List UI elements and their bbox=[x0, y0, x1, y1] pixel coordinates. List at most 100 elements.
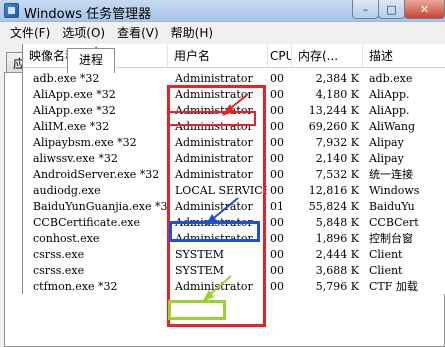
description-cell: AliApp. bbox=[369, 104, 410, 117]
user-name-cell: Administrator bbox=[175, 232, 253, 245]
memory-cell: 2,140 K bbox=[315, 152, 359, 165]
process-name-cell: AliIM.exe *32 bbox=[33, 120, 110, 133]
process-list[interactable]: 映像名称 ▲ 用户名 CPU 内存(... 描述 adb.exe *32Admi… bbox=[22, 44, 445, 294]
table-row[interactable]: conhost.exe Administrator 00 1,896 K 控制台窗 bbox=[23, 231, 445, 247]
menu-options[interactable]: 选项(O) bbox=[56, 24, 111, 41]
cpu-cell: 01 bbox=[270, 200, 284, 213]
description-cell: Client bbox=[369, 264, 403, 277]
process-name-cell: audiodg.exe bbox=[33, 184, 101, 197]
window-title: Windows 任务管理器 bbox=[24, 7, 152, 22]
cpu-cell: 00 bbox=[270, 216, 284, 229]
description-cell: AliApp. bbox=[369, 88, 410, 101]
memory-cell: 7,532 K bbox=[315, 168, 359, 181]
process-rows: adb.exe *32 Administrator 00 2,384 Kadb.exe… bbox=[23, 71, 445, 294]
user-name-cell: Administrator bbox=[175, 72, 253, 85]
memory-cell: 7,932 K bbox=[315, 136, 359, 149]
memory-cell: 5,848 K bbox=[315, 216, 359, 229]
column-header-description[interactable]: 描述 bbox=[363, 44, 445, 68]
cpu-cell: 00 bbox=[270, 280, 284, 293]
cpu-cell: 00 bbox=[270, 104, 284, 117]
user-name-cell: Administrator bbox=[175, 136, 253, 149]
menu-file[interactable]: 文件(F) bbox=[4, 24, 56, 41]
memory-cell: 3,688 K bbox=[315, 264, 359, 277]
cpu-cell: 00 bbox=[270, 248, 284, 261]
user-name-cell: Administrator bbox=[175, 88, 253, 101]
description-cell: BaiduYu bbox=[369, 200, 415, 213]
cpu-cell: 00 bbox=[270, 264, 284, 277]
table-row[interactable]: CCBCertificate.exe Administrator 00 5,848 K… bbox=[23, 215, 445, 231]
memory-cell: 2,384 K bbox=[315, 72, 359, 85]
column-header-user-name[interactable]: 用户名 bbox=[168, 44, 268, 68]
user-name-cell: Administrator bbox=[175, 104, 253, 117]
user-name-cell: Administrator bbox=[175, 152, 253, 165]
menu-view[interactable]: 查看(V) bbox=[111, 24, 165, 41]
column-header-memory[interactable]: 内存(... bbox=[292, 44, 363, 68]
memory-cell: 13,244 K bbox=[308, 104, 359, 117]
process-name-cell: conhost.exe bbox=[33, 232, 100, 245]
tab-processes[interactable]: 进程 bbox=[67, 48, 115, 73]
process-name-cell: AliApp.exe *32 bbox=[33, 88, 116, 101]
table-row[interactable]: ctfmon.exe *32 Administrator 00 5,796 K CTF … bbox=[23, 279, 445, 294]
memory-cell: 2,444 K bbox=[315, 248, 359, 261]
memory-cell: 69,260 K bbox=[308, 120, 359, 133]
table-row[interactable]: csrss.exe SYSTEM 00 2,444 K Client bbox=[23, 247, 445, 263]
description-cell: 统一连接 bbox=[369, 168, 413, 181]
user-name-cell: LOCAL SERVICE bbox=[175, 184, 267, 197]
process-name-cell: AliApp.exe *32 bbox=[33, 104, 116, 117]
close-button[interactable]: ✕ bbox=[404, 0, 445, 19]
cpu-cell: 00 bbox=[270, 184, 284, 197]
process-name-cell: csrss.exe bbox=[33, 248, 85, 261]
description-cell: Alipay bbox=[369, 152, 404, 165]
description-cell: 控制台窗 bbox=[369, 232, 413, 245]
process-name-cell: adb.exe *32 bbox=[33, 72, 100, 85]
description-cell: CTF 加载 bbox=[369, 280, 418, 293]
cpu-cell: 00 bbox=[270, 232, 284, 245]
menu-help[interactable]: 帮助(H) bbox=[165, 24, 219, 41]
process-name-cell: CCBCertificate.exe bbox=[33, 216, 140, 229]
memory-cell: 55,824 K bbox=[308, 200, 359, 213]
user-name-cell: Administrator bbox=[175, 216, 253, 229]
process-name-cell: Alipaybsm.exe *32 bbox=[33, 136, 137, 149]
title-bar: Windows 任务管理器 – □ ✕ bbox=[0, 0, 445, 22]
user-name-cell: Administrator bbox=[175, 168, 253, 181]
cpu-cell: 00 bbox=[270, 72, 284, 85]
table-row[interactable]: BaiduYunGuanjia.exe *32 Administrator 01 55… bbox=[23, 199, 445, 215]
process-name-cell: csrss.exe bbox=[33, 264, 85, 277]
description-cell: Windows bbox=[369, 184, 420, 197]
minimize-button[interactable]: – bbox=[352, 0, 379, 19]
memory-cell: 4,180 K bbox=[315, 88, 359, 101]
table-row[interactable]: AliApp.exe *32 Administrator 00 13,244 K Ali… bbox=[23, 103, 445, 119]
process-name-cell: AndroidServer.exe *32 bbox=[33, 168, 160, 181]
cpu-cell: 00 bbox=[270, 136, 284, 149]
table-row[interactable]: AndroidServer.exe *32 Administrator 00 7,53… bbox=[23, 167, 445, 183]
description-cell: CCBCert bbox=[369, 216, 419, 229]
user-name-cell: SYSTEM bbox=[175, 248, 224, 261]
description-cell: Alipay bbox=[369, 136, 404, 149]
description-cell: AliWang bbox=[369, 120, 416, 133]
user-name-cell: Administrator bbox=[175, 120, 253, 133]
user-name-cell: SYSTEM bbox=[175, 264, 224, 277]
description-cell: adb.exe bbox=[369, 72, 413, 85]
cpu-cell: 00 bbox=[270, 120, 284, 133]
memory-cell: 12,816 K bbox=[308, 184, 359, 197]
table-row[interactable]: audiodg.exe LOCAL SERVICE 00 12,816 K Window… bbox=[23, 183, 445, 199]
table-row[interactable]: adb.exe *32 Administrator 00 2,384 K adb.exe bbox=[23, 71, 445, 87]
process-name-cell: aliwssv.exe *32 bbox=[33, 152, 118, 165]
table-row[interactable]: AliIM.exe *32 Administrator 00 69,260 K AliW… bbox=[23, 119, 445, 135]
table-row[interactable]: AliApp.exe *32 Administrator 00 4,180 K AliA… bbox=[23, 87, 445, 103]
cpu-cell: 00 bbox=[270, 88, 284, 101]
user-name-cell: Administrator bbox=[175, 200, 253, 213]
column-header-cpu[interactable]: CPU bbox=[268, 44, 292, 68]
table-row[interactable]: Alipaybsm.exe *32 Administrator 00 7,932 K A… bbox=[23, 135, 445, 151]
table-row[interactable]: aliwssv.exe *32 Administrator 00 2,140 K Ali… bbox=[23, 151, 445, 167]
memory-cell: 1,896 K bbox=[315, 232, 359, 245]
table-row[interactable]: csrss.exe SYSTEM 00 3,688 K Client bbox=[23, 263, 445, 279]
process-name-cell: BaiduYunGuanjia.exe *32 bbox=[33, 200, 168, 213]
process-name-cell: ctfmon.exe *32 bbox=[33, 280, 118, 293]
cpu-cell: 00 bbox=[270, 152, 284, 165]
description-cell: Client bbox=[369, 248, 403, 261]
maximize-button[interactable]: □ bbox=[378, 0, 405, 19]
task-manager-icon bbox=[4, 3, 19, 18]
cpu-cell: 00 bbox=[270, 168, 284, 181]
user-name-cell: Administrator bbox=[175, 280, 253, 293]
